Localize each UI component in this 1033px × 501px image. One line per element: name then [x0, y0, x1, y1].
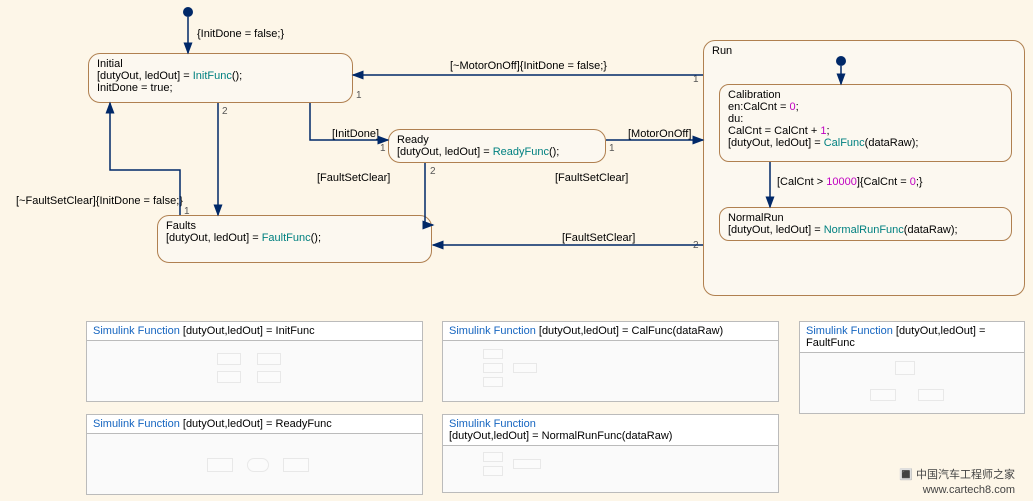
trans-fsc-ready: [FaultSetClear]: [555, 172, 628, 184]
state-ready[interactable]: Ready [dutyOut, ledOut] = ReadyFunc();: [388, 129, 606, 163]
simfunc-calfunc-sig: [dutyOut,ledOut] = CalFunc(dataRaw): [536, 325, 723, 337]
state-run-title: Run: [712, 45, 1016, 57]
trans-motoronoff-back: [~MotorOnOff]{InitDone = false;}: [450, 60, 607, 72]
prio-initial-2: 2: [222, 106, 228, 117]
trans-fsc-run: [FaultSetClear]: [562, 232, 635, 244]
simfunc-calfunc[interactable]: Simulink Function [dutyOut,ledOut] = Cal…: [442, 321, 779, 402]
state-normalrun-l1: [dutyOut, ledOut] = NormalRunFunc(dataRa…: [728, 224, 1003, 236]
trans-not-fsc: [~FaultSetClear]{InitDone = false;}: [16, 195, 183, 207]
state-ready-title: Ready: [397, 134, 597, 146]
state-normalrun[interactable]: NormalRun [dutyOut, ledOut] = NormalRunF…: [719, 207, 1012, 241]
state-faults-title: Faults: [166, 220, 423, 232]
state-calibration[interactable]: Calibration en:CalCnt = 0; du: CalCnt = …: [719, 84, 1012, 162]
state-calibration-l4: [dutyOut, ledOut] = CalFunc(dataRaw);: [728, 137, 1003, 149]
initial-dot-top: [183, 7, 193, 17]
state-calibration-l1: en:CalCnt = 0;: [728, 101, 1003, 113]
trans-fsc-initial: [FaultSetClear]: [317, 172, 390, 184]
simfunc-initfunc[interactable]: Simulink Function [dutyOut,ledOut] = Ini…: [86, 321, 423, 402]
simfunc-normalrunfunc[interactable]: Simulink Function[dutyOut,ledOut] = Norm…: [442, 414, 779, 493]
state-calibration-title: Calibration: [728, 89, 1003, 101]
prio-ready-2: 2: [430, 166, 436, 177]
initial-dot-run: [836, 56, 846, 66]
init-action-label: {InitDone = false;}: [197, 28, 284, 40]
prio-initial-1: 1: [356, 90, 362, 101]
simfunc-initfunc-sig: [dutyOut,ledOut] = InitFunc: [180, 325, 315, 337]
state-faults-line1: [dutyOut, ledOut] = FaultFunc();: [166, 232, 423, 244]
watermark: 🔳 中国汽车工程师之家 www.cartech8.com: [899, 468, 1015, 497]
simfunc-prefix: Simulink Function: [93, 325, 180, 337]
state-initial-line1: [dutyOut, ledOut] = InitFunc();: [97, 70, 344, 82]
trans-initdone: [InitDone]: [332, 128, 379, 140]
prio-run-2: 2: [693, 240, 699, 251]
state-faults[interactable]: Faults [dutyOut, ledOut] = FaultFunc();: [157, 215, 432, 263]
trans-calcnt: [CalCnt > 10000]{CalCnt = 0;}: [777, 176, 923, 188]
state-ready-line1: [dutyOut, ledOut] = ReadyFunc();: [397, 146, 597, 158]
prio-ready-1l: 1: [380, 143, 386, 154]
state-run[interactable]: Run: [703, 40, 1025, 296]
prio-run-1: 1: [693, 74, 699, 85]
simfunc-readyfunc[interactable]: Simulink Function [dutyOut,ledOut] = Rea…: [86, 414, 423, 495]
simfunc-faultfunc[interactable]: Simulink Function [dutyOut,ledOut] = Fau…: [799, 321, 1025, 414]
simfunc-readyfunc-sig: [dutyOut,ledOut] = ReadyFunc: [180, 418, 332, 430]
prio-ready-1r: 1: [609, 143, 615, 154]
trans-motoronoff: [MotorOnOff]: [628, 128, 691, 140]
state-initial[interactable]: Initial [dutyOut, ledOut] = InitFunc(); …: [88, 53, 353, 103]
state-calibration-l3: CalCnt = CalCnt + 1;: [728, 125, 1003, 137]
simfunc-normalrunfunc-sig: [dutyOut,ledOut] = NormalRunFunc(dataRaw…: [449, 430, 672, 442]
state-initial-line2: InitDone = true;: [97, 82, 344, 94]
state-normalrun-title: NormalRun: [728, 212, 1003, 224]
prio-faults-1: 1: [184, 206, 190, 217]
state-initial-title: Initial: [97, 58, 344, 70]
state-calibration-l2: du:: [728, 113, 1003, 125]
